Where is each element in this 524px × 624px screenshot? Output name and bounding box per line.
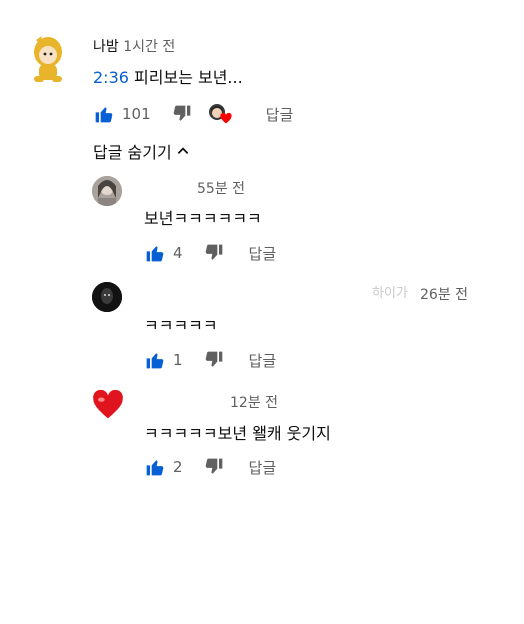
thumbs-up-icon <box>95 107 113 123</box>
commenter-avatar[interactable] <box>26 34 70 86</box>
thumbs-down-icon <box>205 351 222 367</box>
reply-button[interactable]: 답글 <box>249 243 277 264</box>
reply-avatar[interactable] <box>92 282 122 312</box>
red-heart-avatar-icon <box>93 389 123 419</box>
timestamp-link[interactable]: 2:36 <box>93 68 129 87</box>
comment-actions: 101 답글 <box>93 102 293 126</box>
dislike-button[interactable] <box>203 349 225 371</box>
like-button[interactable] <box>144 242 166 264</box>
reply-button[interactable]: 답글 <box>249 350 277 371</box>
reply-button[interactable]: 답글 <box>249 457 277 478</box>
reply-actions: 4 답글 <box>144 241 276 265</box>
reply-author-faint[interactable]: 하이가 <box>372 282 408 301</box>
like-button[interactable] <box>93 103 115 125</box>
hide-replies-button[interactable]: 답글 숨기기 <box>93 139 190 163</box>
hide-replies-label: 답글 숨기기 <box>93 143 172 162</box>
dislike-button[interactable] <box>171 103 193 125</box>
like-button[interactable] <box>144 349 166 371</box>
reply-time[interactable]: 55분 전 <box>197 178 245 198</box>
dark-portrait-icon <box>92 282 122 312</box>
reply-actions: 1 답글 <box>144 348 276 372</box>
empty-area <box>0 490 524 624</box>
reply-item: 55분 전 보년ㅋㅋㅋㅋㅋㅋ 4 답글 <box>0 170 524 270</box>
reply-time[interactable]: 26분 전 <box>420 284 468 304</box>
reply-item: 12분 전 ㅋㅋㅋㅋㅋ보년 왤캐 웃기지 2 답글 <box>0 386 524 486</box>
dislike-button[interactable] <box>203 242 225 264</box>
thumbs-down-icon <box>173 105 190 121</box>
like-count: 101 <box>122 105 151 123</box>
thumbs-up-icon <box>146 460 164 476</box>
comment-text: 2:36 피리보는 보년... <box>93 64 243 88</box>
like-count: 4 <box>173 244 183 262</box>
like-count: 2 <box>173 458 183 476</box>
person-photo-icon <box>92 176 122 206</box>
chevron-up-icon <box>177 147 188 154</box>
reply-button[interactable]: 답글 <box>266 104 294 125</box>
comment-thread: 나밤 1시간 전 2:36 피리보는 보년... 101 답글 답글 숨기기 <box>0 0 524 163</box>
thumbs-up-icon <box>146 246 164 262</box>
reply-avatar[interactable] <box>92 389 124 420</box>
comment-body: 피리보는 보년... <box>134 68 243 87</box>
reply-text: ㅋㅋㅋㅋㅋ <box>144 316 218 335</box>
thumbs-down-icon <box>205 458 222 474</box>
like-count: 1 <box>173 351 183 369</box>
dislike-button[interactable] <box>203 456 225 478</box>
reply-text: 보년ㅋㅋㅋㅋㅋㅋ <box>144 209 262 228</box>
like-button[interactable] <box>144 456 166 478</box>
thumbs-down-icon <box>205 244 222 260</box>
reply-actions: 2 답글 <box>144 455 276 479</box>
reply-avatar[interactable] <box>92 176 122 206</box>
comment-author[interactable]: 나밤 <box>93 39 119 55</box>
heart-icon <box>220 113 232 124</box>
reply-time[interactable]: 12분 전 <box>230 392 278 412</box>
comment-time[interactable]: 1시간 전 <box>123 39 175 55</box>
comment-meta: 나밤 1시간 전 <box>93 36 175 56</box>
thumbs-up-icon <box>146 353 164 369</box>
yellow-character-avatar-icon <box>34 36 62 82</box>
creator-heart <box>207 102 233 126</box>
reply-text: ㅋㅋㅋㅋㅋ보년 왤캐 웃기지 <box>144 424 331 443</box>
reply-item: 하이가 26분 전 ㅋㅋㅋㅋㅋ 1 답글 <box>0 278 524 378</box>
